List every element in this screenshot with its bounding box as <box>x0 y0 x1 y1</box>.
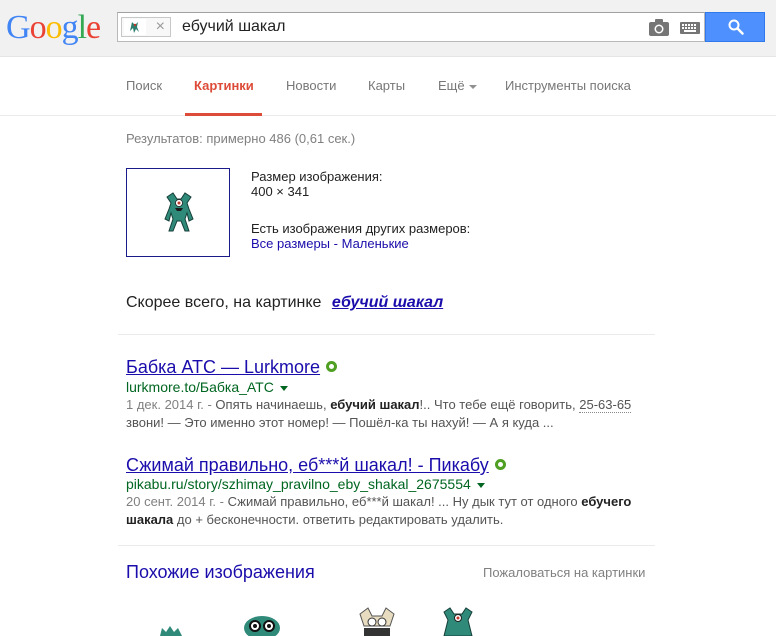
verified-icon <box>326 361 338 372</box>
logo-letter: l <box>77 9 88 46</box>
snippet-highlight: шакала <box>126 512 174 527</box>
small-sizes-link[interactable]: Маленькие <box>342 236 409 251</box>
search-image-chip[interactable]: × <box>121 17 171 37</box>
image-size-label: Размер изображения: <box>251 169 383 184</box>
logo-letter: o <box>45 9 63 46</box>
similar-image-2[interactable] <box>240 612 284 636</box>
search-query-text[interactable]: ебучий шакал <box>182 18 286 36</box>
result-url-2[interactable]: pikabu.ru/story/szhimay_pravilno_eby_sha… <box>126 476 485 492</box>
similar-images-link[interactable]: Похожие изображения <box>126 562 315 583</box>
query-image[interactable] <box>126 168 230 257</box>
result-snippet-1: 1 дек. 2014 г. - Опять начинаешь, ебучий… <box>126 396 646 432</box>
result-title-text: Сжимай правильно, еб***й шакал! - Пикабу <box>126 455 489 475</box>
verified-icon <box>494 459 506 470</box>
url-options-icon[interactable] <box>476 482 485 488</box>
tab-search-tools[interactable]: Инструменты поиска <box>505 78 631 93</box>
result-title-2[interactable]: Сжимай правильно, еб***й шакал! - Пикабу <box>126 455 506 476</box>
all-sizes-link[interactable]: Все размеры <box>251 236 330 251</box>
remove-image-icon[interactable]: × <box>156 18 165 36</box>
logo-letter: o <box>29 9 47 46</box>
search-button[interactable] <box>705 12 765 42</box>
snippet-highlight: ебучий шакал <box>330 397 420 412</box>
result-date: 20 сент. 2014 г. - <box>126 494 228 509</box>
chevron-down-icon <box>468 84 477 89</box>
divider <box>118 334 655 335</box>
result-url-text: lurkmore.to/Бабка_АТС <box>126 379 274 395</box>
result-url-1[interactable]: lurkmore.to/Бабка_АТС <box>126 379 288 395</box>
result-title-1[interactable]: Бабка АТС — Lurkmore <box>126 357 338 378</box>
snippet-text: звони! — Это именно этот номер! — Пошёл-… <box>126 415 554 430</box>
result-snippet-2: 20 сент. 2014 г. - Сжимай правильно, еб*… <box>126 493 646 529</box>
best-guess-link[interactable]: ебучий шакал <box>332 294 443 311</box>
top-bar: Google × ебучий шакал <box>0 0 776 57</box>
best-guess: Скорее всего, на картинке ебучий шакал <box>126 294 443 312</box>
jackal-image <box>164 192 194 232</box>
logo-letter: G <box>6 9 31 46</box>
url-options-icon[interactable] <box>279 385 288 391</box>
snippet-text: до + бесконечности. ответить редактирова… <box>173 512 504 527</box>
phone-number[interactable]: 25-63-65 <box>579 397 632 413</box>
tab-search[interactable]: Поиск <box>126 78 162 93</box>
other-sizes-label: Есть изображения других размеров: <box>251 221 471 236</box>
search-icon <box>728 19 744 35</box>
tab-images[interactable]: Картинки <box>194 78 254 93</box>
search-input[interactable]: × ебучий шакал <box>117 12 705 42</box>
tab-more[interactable]: Ещё <box>438 78 477 93</box>
snippet-text: Опять начинаешь, <box>215 397 331 412</box>
result-stats: Результатов: примерно 486 (0,61 сек.) <box>126 131 356 146</box>
result-url-text: pikabu.ru/story/szhimay_pravilno_eby_sha… <box>126 476 471 492</box>
camera-icon[interactable] <box>649 19 669 36</box>
snippet-text: !.. Что тебе ещё говорить, <box>419 397 580 412</box>
tab-news[interactable]: Новости <box>286 78 336 93</box>
best-guess-prefix: Скорее всего, на картинке <box>126 294 322 311</box>
similar-image-1[interactable] <box>156 624 186 636</box>
keyboard-icon[interactable] <box>680 22 700 34</box>
sizes-separator: - <box>330 236 342 251</box>
logo-letter: g <box>61 9 79 46</box>
report-images-link[interactable]: Пожаловаться на картинки <box>483 565 645 580</box>
tab-maps[interactable]: Карты <box>368 78 405 93</box>
google-logo[interactable]: Google <box>6 9 101 46</box>
snippet-text: Сжимай правильно, еб***й шакал! ... Ну д… <box>227 494 582 509</box>
query-image-thumbnail <box>124 19 146 35</box>
snippet-highlight: ебучего <box>581 494 632 509</box>
tab-more-label: Ещё <box>438 78 465 93</box>
active-tab-indicator <box>185 113 262 116</box>
sizes-links: Все размеры - Маленькие <box>251 236 409 251</box>
result-date: 1 дек. 2014 г. - <box>126 397 216 412</box>
image-size-value: 400 × 341 <box>251 184 310 199</box>
search-tabs: Поиск Картинки Новости Карты Ещё Инструм… <box>0 57 776 116</box>
similar-image-4[interactable] <box>438 606 478 636</box>
divider <box>118 545 655 546</box>
logo-letter: e <box>86 9 101 46</box>
result-title-text: Бабка АТС — Lurkmore <box>126 357 321 377</box>
similar-image-3[interactable] <box>352 606 402 636</box>
